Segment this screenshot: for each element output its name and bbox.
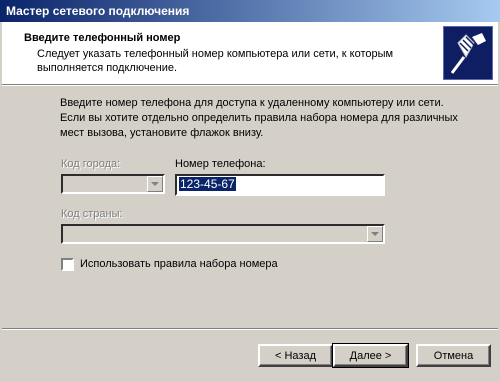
area-code-label: Код города: bbox=[61, 158, 121, 170]
window-title: Мастер сетевого подключения bbox=[6, 4, 190, 18]
title-bar: Мастер сетевого подключения bbox=[0, 0, 500, 22]
header-title: Введите телефонный номер bbox=[24, 32, 181, 44]
phone-label: Номер телефона: bbox=[175, 158, 266, 170]
area-code-dropdown[interactable] bbox=[61, 174, 165, 194]
footer-separator bbox=[2, 328, 498, 330]
cancel-button[interactable]: Отмена bbox=[416, 344, 491, 367]
network-cable-icon bbox=[443, 26, 493, 80]
chevron-down-icon bbox=[371, 232, 379, 236]
instruction-text: Введите номер телефона для доступа к уда… bbox=[60, 97, 458, 139]
next-button[interactable]: Далее > bbox=[332, 343, 409, 368]
phone-number-value: 123-45-67 bbox=[179, 177, 236, 191]
dialing-rules-checkbox[interactable] bbox=[61, 258, 74, 271]
country-code-label: Код страны: bbox=[61, 208, 123, 220]
wizard-window: Мастер сетевого подключения Введите теле… bbox=[0, 0, 500, 382]
chevron-down-icon bbox=[151, 182, 159, 186]
dialing-rules-label[interactable]: Использовать правила набора номера bbox=[80, 258, 278, 270]
country-code-dropdown[interactable] bbox=[61, 224, 385, 244]
back-button[interactable]: < Назад bbox=[258, 344, 333, 367]
header-subtitle: Следует указать телефонный номер компьют… bbox=[37, 48, 394, 74]
country-code-dropdown-arrow[interactable] bbox=[367, 226, 383, 242]
wizard-header: Введите телефонный номер Следует указать… bbox=[2, 22, 498, 85]
area-code-dropdown-arrow[interactable] bbox=[147, 176, 163, 192]
phone-number-input[interactable]: 123-45-67 bbox=[175, 174, 385, 196]
